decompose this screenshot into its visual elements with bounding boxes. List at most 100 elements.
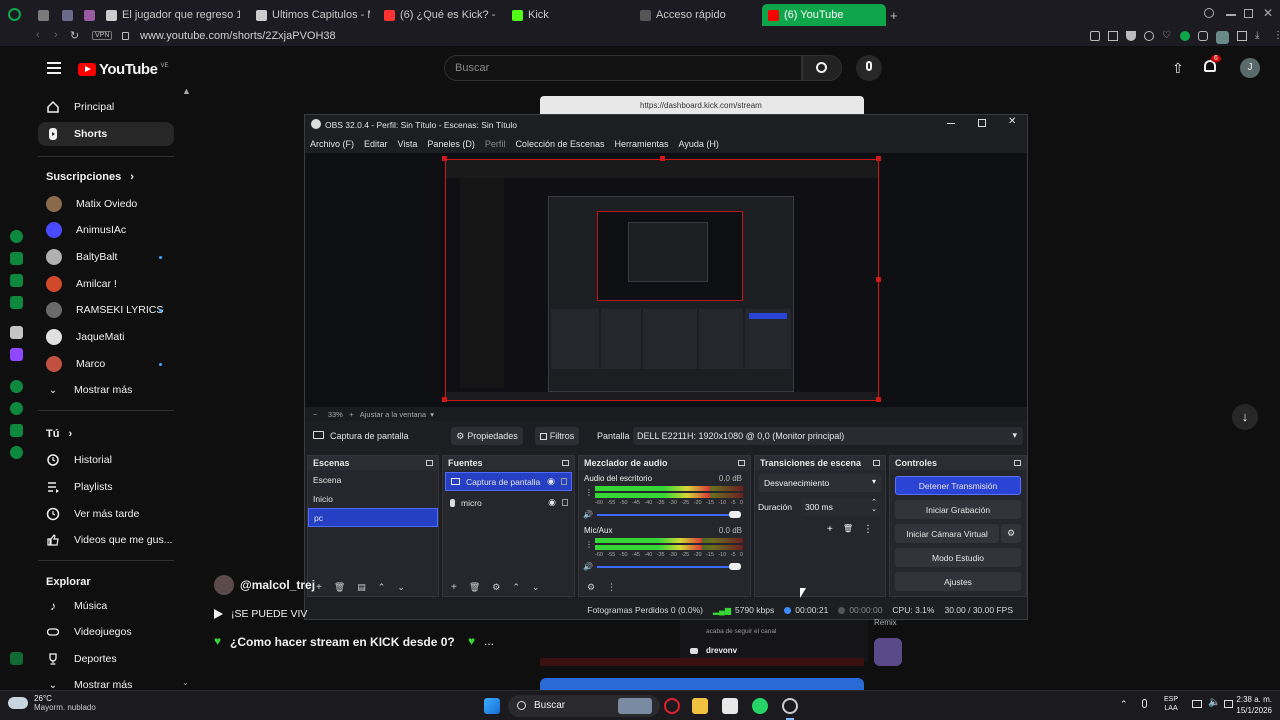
channel-handle[interactable]: @malcol_trej	[240, 578, 315, 592]
volume-slider[interactable]	[597, 514, 737, 516]
dock-undock-icon[interactable]	[738, 460, 745, 466]
spin-down-icon[interactable]: ⌄	[871, 505, 877, 513]
menu-perfil[interactable]: Perfil	[485, 139, 506, 149]
add-transition-button[interactable]: +	[827, 524, 833, 535]
transform-handle[interactable]	[442, 156, 447, 161]
opera-icon[interactable]	[664, 698, 680, 714]
sidebar-item-ver-mas-tarde[interactable]: Ver más tarde	[38, 502, 174, 526]
sidebar-item-videojuegos[interactable]: Videojuegos	[38, 620, 174, 644]
show-hidden-icons[interactable]: ⌃	[1120, 699, 1128, 710]
profile-icon[interactable]	[1216, 31, 1229, 44]
volume-slider-handle[interactable]	[729, 563, 741, 570]
sidebar-item-playlists[interactable]: Playlists	[38, 475, 174, 499]
sidebar-item-subscription[interactable]: Amilcar !	[38, 272, 174, 296]
move-down-icon[interactable]: ⌄	[397, 582, 405, 593]
studio-mode-button[interactable]: Modo Estudio	[895, 548, 1021, 567]
weather-widget[interactable]: 26°C Mayorm. nublado	[8, 694, 96, 712]
tab-que-es-kick[interactable]: (6) ¿Qué es Kick? - Gu	[378, 4, 498, 26]
channel-menu-icon[interactable]: ⋮	[585, 488, 593, 497]
chevron-down-icon[interactable]: ▾	[430, 410, 434, 419]
next-short-button[interactable]: ↓	[1232, 404, 1258, 430]
network-icon[interactable]	[1192, 700, 1202, 708]
extension-icon[interactable]	[1090, 31, 1100, 41]
zoom-increase-button[interactable]: +	[349, 410, 353, 419]
volume-icon[interactable]: 🔈	[1208, 697, 1220, 708]
transform-handle[interactable]	[442, 397, 447, 402]
start-recording-button[interactable]: Iniciar Grabación	[895, 500, 1021, 519]
create-upload-icon[interactable]: ⇧	[1172, 60, 1184, 77]
remove-scene-icon[interactable]: 🗑	[334, 582, 345, 593]
zoom-fit-label[interactable]: Ajustar a la ventana	[360, 410, 426, 419]
new-tab-button[interactable]: +	[890, 8, 898, 23]
opera-gx-icon[interactable]	[782, 698, 798, 714]
battery-icon[interactable]	[1224, 700, 1233, 708]
channel-menu-icon[interactable]: ⋮	[585, 540, 593, 549]
language-indicator[interactable]: ESP LAA	[1164, 695, 1178, 713]
virtual-camera-settings-button[interactable]: ⚙	[1001, 524, 1021, 543]
volume-slider[interactable]	[597, 566, 737, 568]
sidebar-item-subscription[interactable]: AnimusIAc	[38, 218, 174, 242]
taskbar-search[interactable]: Buscar	[508, 695, 660, 717]
menu-paneles[interactable]: Paneles (D)	[427, 139, 475, 149]
transform-handle[interactable]	[876, 277, 881, 282]
screen-capture-preview[interactable]	[445, 159, 879, 401]
search-button[interactable]	[802, 55, 842, 81]
sidebar-item-subscription[interactable]: JaqueMati	[38, 325, 174, 349]
sidebar-item-historial[interactable]: Historial	[38, 448, 174, 472]
maximize-window-button[interactable]	[1244, 9, 1253, 18]
tab-pinned-2[interactable]	[56, 4, 76, 26]
move-down-icon[interactable]: ⌄	[532, 582, 540, 593]
volume-slider-handle[interactable]	[729, 511, 741, 518]
browser-logo-icon[interactable]	[8, 8, 21, 21]
remove-source-icon[interactable]: 🗑	[469, 582, 480, 593]
move-up-icon[interactable]: ⌃	[512, 582, 520, 593]
menu-ayuda[interactable]: Ayuda (H)	[679, 139, 719, 149]
extension-icon[interactable]	[1198, 31, 1208, 41]
heart-icon[interactable]: ♡	[1162, 31, 1172, 41]
speaker-icon[interactable]: 🔊	[583, 510, 593, 519]
minimize-window-button[interactable]	[1226, 14, 1236, 16]
settings-button[interactable]: Ajustes	[895, 572, 1021, 591]
back-icon[interactable]: ‹	[36, 29, 40, 41]
remove-transition-icon[interactable]: 🗑	[843, 524, 853, 535]
sidebar-item-principal[interactable]: Principal	[38, 95, 174, 119]
visibility-eye-icon[interactable]: ◉	[548, 497, 556, 508]
hamburger-menu-icon[interactable]	[47, 62, 61, 74]
microphone-tray-icon[interactable]	[1142, 699, 1147, 708]
subscriptions-header[interactable]: Suscripciones ›	[46, 171, 134, 183]
properties-button[interactable]: ⚙ Propiedades	[451, 427, 523, 445]
transition-menu-icon[interactable]: ⋮	[863, 524, 873, 535]
tab-pinned-3[interactable]	[78, 4, 98, 26]
add-scene-button[interactable]: +	[316, 582, 322, 593]
account-avatar[interactable]: J	[1240, 58, 1260, 78]
extension-icon[interactable]	[1144, 31, 1154, 41]
whatsapp-icon[interactable]	[752, 698, 768, 714]
extensions-puzzle-icon[interactable]	[1237, 31, 1247, 41]
sidebar-item-subscription[interactable]: Matix Oviedo	[38, 192, 174, 216]
menu-icon[interactable]: ⋮	[1273, 31, 1280, 41]
transform-handle[interactable]	[660, 156, 665, 161]
sidebar-item-shorts[interactable]: Shorts	[38, 122, 174, 146]
forward-icon[interactable]: ›	[54, 29, 58, 41]
channel-avatar[interactable]	[214, 575, 234, 595]
collapse-chevron-icon[interactable]: ▲	[182, 86, 191, 96]
tab-kick[interactable]: Kick	[506, 4, 626, 26]
transform-handle[interactable]	[876, 156, 881, 161]
clock[interactable]: 2:38 a. m. 15/1/2026	[1236, 694, 1272, 716]
downloads-icon[interactable]: ⤓	[1255, 31, 1265, 41]
source-item-micro[interactable]: micro ◉	[445, 493, 572, 512]
dock-undock-icon[interactable]	[1014, 460, 1021, 466]
reload-icon[interactable]: ↻	[70, 29, 79, 42]
store-icon[interactable]	[722, 698, 738, 714]
sidebar-item-deportes[interactable]: Deportes	[38, 647, 174, 671]
tab-acceso-rapido[interactable]: Acceso rápido	[634, 4, 754, 26]
scene-item-pc[interactable]: pc	[308, 508, 438, 527]
source-item-captura[interactable]: Captura de pantalla ◉	[445, 472, 572, 491]
menu-archivo[interactable]: Archivo (F)	[310, 139, 354, 149]
sidebar-item-subscription[interactable]: BaltyBalt	[38, 245, 174, 269]
mixer-menu-icon[interactable]: ⋮	[607, 582, 616, 593]
extension-icon[interactable]	[1180, 31, 1190, 41]
sidebar-item-subscription[interactable]: RAMSEKI LYRICS	[38, 298, 174, 322]
obs-close-button[interactable]: ✕	[1008, 116, 1016, 127]
search-input[interactable]: Buscar	[444, 55, 802, 81]
